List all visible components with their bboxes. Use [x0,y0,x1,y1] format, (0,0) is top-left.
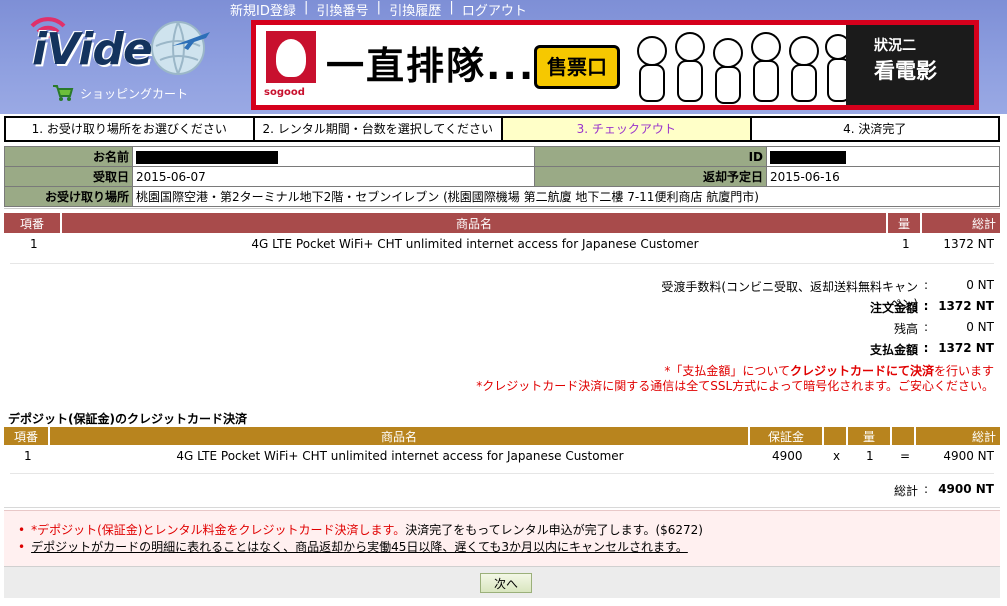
deposit-row-total: 4900 NT [943,449,994,463]
deposit-col-x [824,427,848,445]
top-navigation: 新規ID登録 | 引換番号 | 引換履歴 | ログアウト [230,0,527,19]
notice-line-2: • デポジットがカードの明細に表れることはなく、商品返却から実働45日以降、遅くて… [18,540,688,554]
step-payment-complete: 4. 決済完了 [749,116,1000,142]
pickup-date-value: 2015-06-07 [132,166,535,187]
deposit-table-header: 項番 商品名 保証金 量 総計 [4,427,1000,445]
globe-plane-icon [151,21,210,75]
site-header: iVideo ショッピングカート 新規ID登録 | 引換番号 | 引換履歴 | … [0,0,1007,114]
deposit-col-total: 総計 [971,429,996,444]
name-value [132,146,535,167]
pickup-place-value: 桃園国際空港・第2ターミナル地下2階・セブンイレブン (桃園國際機場 第二航廈 … [132,186,1000,207]
deposit-row-equals: = [900,449,911,463]
order-table-header: 項番 商品名 量 総計 [4,213,1000,233]
next-button[interactable]: 次へ [480,573,532,593]
deposit-col-qty: 量 [848,427,892,445]
deposit-notice: • *デポジット(保証金)とレンタル料金をクレジットカード決済します。決済完了をも… [4,510,1000,566]
ssl-note: *クレジットカード決済に関する通信は全てSSL方式によって暗号化されます。ご安心… [476,379,994,393]
order-row-no: 1 [30,237,38,251]
return-date-value: 2015-06-16 [766,166,1000,187]
nav-exchange-number[interactable]: 引換番号 [317,0,369,19]
deposit-section-title: デポジット(保証金)のクレジットカード決済 [8,412,247,426]
cart-icon [53,85,74,101]
kfc-logo: sogood [262,31,320,103]
shopping-cart-link[interactable]: ショッピングカート [52,84,188,102]
checkout-steps: 1. お受け取り場所をお選びください 2. レンタル期間・台数を選択してください… [4,116,1000,142]
summary-order-amount: 注文金額: 1372 NT [869,299,994,315]
deposit-col-deposit: 保証金 [750,427,824,445]
banner-ticket-sign: 售票口 [534,45,620,89]
deposit-row-times: x [833,449,841,463]
deposit-row-qty: 1 [866,449,874,463]
step-pickup-location: 1. お受け取り場所をお選びください [4,116,253,142]
summary-balance: 残高: 0 NT [893,320,994,336]
order-row-total: 1372 NT [943,237,994,251]
deposit-row-product: 4G LTE Pocket WiFi+ CHT unlimited intern… [176,449,624,463]
pickup-date-label: 受取日 [4,166,133,187]
redacted-id [770,150,846,164]
order-col-no: 項番 [4,213,62,233]
pickup-place-label: お受け取り場所 [4,186,133,207]
crowd-illustration [637,32,851,104]
nav-register[interactable]: 新規ID登録 [230,0,296,19]
order-row-product: 4G LTE Pocket WiFi+ CHT unlimited intern… [251,237,699,251]
ad-banner[interactable]: sogood 一直排隊... 售票口 狀況二 看電影 [251,20,979,110]
id-label: ID [534,146,767,167]
deposit-col-product: 商品名 [50,427,750,445]
name-label: お名前 [4,146,133,167]
site-logo[interactable]: iVideo [22,10,232,80]
customer-info-table: お名前 ID 受取日 2015-06-07 返却予定日 2015-06-16 お… [4,146,1000,207]
banner-headline: 一直排隊... [326,44,536,88]
cart-label: ショッピングカート [80,86,189,101]
deposit-grand-total: 総計: 4900 NT [893,482,994,498]
step-rental-period: 2. レンタル期間・台数を選択してください [252,116,501,142]
notice-line-1: • *デポジット(保証金)とレンタル料金をクレジットカード決済します。決済完了をも… [18,523,703,537]
step-checkout: 3. チェックアウト [501,116,750,142]
order-col-product: 商品名 [62,213,888,233]
deposit-col-no: 項番 [4,427,50,445]
summary-payment-amount: 支払金額: 1372 NT [869,341,994,357]
page-footer: 次へ [4,566,1000,598]
redacted-name [136,150,278,164]
deposit-row-no: 1 [24,449,32,463]
return-date-label: 返却予定日 [534,166,767,187]
deposit-col-eq [892,427,916,445]
nav-logout[interactable]: ログアウト [462,0,527,19]
deposit-row-amount: 4900 [772,449,803,463]
nav-exchange-history[interactable]: 引換履歴 [389,0,441,19]
order-col-qty: 量 [888,213,922,233]
order-col-total: 総計 [971,216,996,231]
banner-caption: 狀況二 看電影 [846,25,974,105]
order-row-qty: 1 [902,237,910,251]
id-value [766,146,1000,167]
